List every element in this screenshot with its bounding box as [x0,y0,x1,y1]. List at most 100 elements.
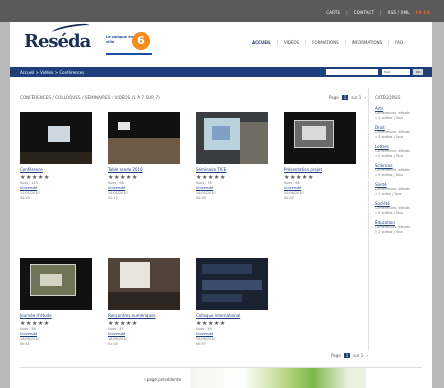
top-strip: CARTE | CONTACT | RSS / XML FR EN [0,0,444,22]
sidebar-item[interactable]: Sciences Conférences, débats » 5 vidéos … [375,163,426,177]
video-title[interactable]: Séminaire TICE [196,167,268,172]
thumbnail-screen [40,274,62,286]
video-thumbnail[interactable] [196,258,268,310]
top-links: CARTE | CONTACT | RSS / XML FR EN [326,10,430,15]
footer-link[interactable]: ‹ page précédente [144,377,181,382]
sidebar-item[interactable]: Éducation Conférences, débats » 2 vidéos… [375,220,426,234]
site-logo[interactable]: Reséda [24,21,91,57]
sidebar-item[interactable]: Arts Conférences, débats » 4 vidéos | To… [375,106,426,120]
video-thumbnail[interactable] [20,112,92,164]
badge-underline [106,53,152,55]
thumbnail-slide [212,126,230,140]
video-card[interactable]: Séminaire TICE ★★★★★ Vues : 76 Universit… [196,112,268,201]
video-title[interactable]: Conférence [20,167,92,172]
thumbnail-audience [108,292,180,310]
video-author-link[interactable]: Université [108,332,125,336]
pager-of: sur 1 [351,95,362,100]
rating-stars-icon[interactable]: ★★★★★ [196,320,268,327]
top-link-carte[interactable]: CARTE [326,10,340,15]
thumbnail-slide [202,264,252,274]
sidebar-item-count[interactable]: » 5 vidéos | Tous [375,173,426,178]
language-switch[interactable]: FR EN [416,10,430,15]
search-scope-select[interactable]: Tout [382,69,410,75]
rating-stars-icon[interactable]: ★★★★★ [108,320,180,327]
search-button[interactable]: OK [413,69,423,75]
video-thumbnail[interactable] [108,112,180,164]
video-title[interactable]: Présentation projet [284,167,356,172]
page-title: CONFÉRENCES / COLLOQUES / SÉMINAIRES : V… [20,95,160,100]
video-title[interactable]: Journée d'étude [20,313,92,318]
pager-of: sur 1 [353,353,364,358]
nav-item-formations[interactable]: FORMATIONS [305,40,344,45]
rating-stars-icon[interactable]: ★★★★★ [20,320,92,327]
top-link-separator: | [380,10,382,15]
video-thumbnail[interactable] [196,112,268,164]
pager-current[interactable]: 1 [343,353,351,358]
video-card[interactable]: Conférence ★★★★★ Vues : 125 Université 1… [20,112,92,201]
sidebar-item-count[interactable]: » 2 vidéos | Tous [375,154,426,159]
video-author-link[interactable]: Université [196,332,213,336]
pager-current[interactable]: 1 [341,95,349,100]
video-duration: 00:52 [284,196,294,200]
nav-item-accueil[interactable]: ACCUEIL [246,40,277,45]
sidebar-item-count[interactable]: » 4 vidéos | Tous [375,116,426,121]
top-link-separator: | [346,10,348,15]
video-author-link[interactable]: Université [20,332,37,336]
sidebar-item-count[interactable]: » 1 vidéo | Tous [375,192,426,197]
sidebar-item[interactable]: Lettres Conférences, débats » 2 vidéos |… [375,144,426,158]
rating-stars-icon[interactable]: ★★★★★ [196,174,268,181]
main-nav: ACCUEIL VIDÉOS FORMATIONS INFORMATIONS F… [246,40,409,45]
campus-badge[interactable]: Le campus en ville 6 [106,31,154,57]
sidebar-item[interactable]: Santé Conférences, débats » 1 vidéo | To… [375,182,426,196]
video-author-link[interactable]: Université [108,186,125,190]
video-duration: 00:41 [20,342,30,346]
blue-bar: Accueil > Vidéos > Conférences Tout OK [10,67,432,77]
nav-item-videos[interactable]: VIDÉOS [276,40,305,45]
video-title[interactable]: Rencontres numériques [108,313,180,318]
nav-item-faq[interactable]: FAQ [388,40,409,45]
nav-item-informations[interactable]: INFORMATIONS [344,40,389,45]
video-author-link[interactable]: Université [20,186,37,190]
footer-banner-image [190,368,366,388]
thumbnail-slide [202,294,242,302]
video-thumbnail[interactable] [108,258,180,310]
thumbnail-panel [108,138,180,164]
sidebar-title: CATÉGORIES [375,95,401,100]
video-card[interactable]: Rencontres numériques ★★★★★ Vues : 47 Un… [108,258,180,347]
video-thumbnail[interactable] [284,112,356,164]
video-author-link[interactable]: Université [196,186,213,190]
pager-next-icon[interactable]: › [366,353,368,358]
video-title[interactable]: Table ronde 2010 [108,167,180,172]
video-card[interactable]: Journée d'étude ★★★★★ Vues : 58 Universi… [20,258,92,347]
video-duration: 01:12 [108,196,118,200]
rating-stars-icon[interactable]: ★★★★★ [108,174,180,181]
rating-stars-icon[interactable]: ★★★★★ [20,174,92,181]
video-duration: 00:45 [20,196,30,200]
video-card[interactable]: Présentation projet ★★★★★ Vues : 64 Univ… [284,112,356,201]
sidebar-item-count[interactable]: » 2 vidéos | Tous [375,230,426,235]
rating-stars-icon[interactable]: ★★★★★ [284,174,356,181]
video-author-link[interactable]: Université [284,186,301,190]
thumbnail-wall [240,122,268,164]
sidebar-item-count[interactable]: » 6 vidéos | Tous [375,211,426,216]
top-link-contact[interactable]: CONTACT [354,10,374,15]
video-title[interactable]: Colloque international [196,313,268,318]
thumbnail-audience [20,152,92,164]
sidebar-item-count[interactable]: » 3 vidéos | Tous [375,135,426,140]
sidebar-item[interactable]: Droit Conférences, débats » 3 vidéos | T… [375,125,426,139]
pager-next-icon[interactable]: › [364,95,366,100]
video-card[interactable]: Table ronde 2010 ★★★★★ Vues : 98 Univers… [108,112,180,201]
video-card[interactable]: Colloque international ★★★★★ Vues : 39 U… [196,258,268,347]
thumbnail-screen [120,262,150,288]
video-thumbnail[interactable] [20,258,92,310]
video-duration: 00:38 [196,196,206,200]
thumbnail-slide [202,280,262,290]
header: Reséda Le campus en ville 6 ACCUEIL VIDÉ… [10,21,432,64]
search-input[interactable] [326,69,378,75]
page: Reséda Le campus en ville 6 ACCUEIL VIDÉ… [10,21,432,388]
sidebar-item[interactable]: Société Conférences, débats » 6 vidéos |… [375,201,426,215]
video-duration: 00:57 [196,342,206,346]
breadcrumb[interactable]: Accueil > Vidéos > Conférences [20,70,84,75]
top-link-rss[interactable]: RSS / XML [388,10,410,15]
pager-top: Page 1 sur 1 › [329,95,366,100]
